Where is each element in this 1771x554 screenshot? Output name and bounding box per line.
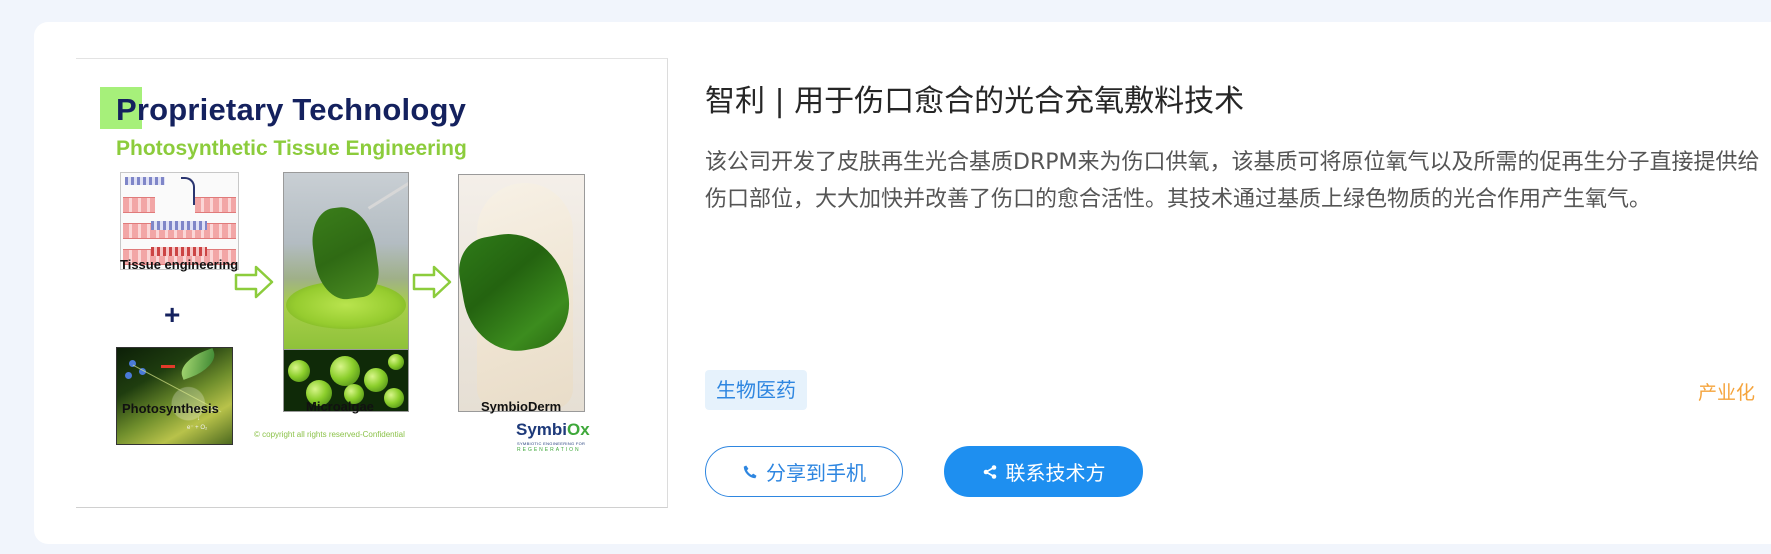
label-tissue-engineering: Tissue engineering	[120, 257, 239, 272]
label-photosynthesis: Photosynthesis	[122, 401, 219, 416]
slide-title: Proprietary Technology	[116, 92, 467, 127]
stage-label: 产业化	[1698, 382, 1756, 404]
contact-button-label: 联系技术方	[1005, 461, 1106, 485]
petri-dish-photo	[283, 172, 409, 350]
label-symbioderm: SymbioDerm	[481, 399, 562, 414]
share-icon	[983, 464, 996, 479]
tech-slide-image[interactable]: Proprietary Technology Photosynthetic Ti…	[76, 58, 668, 508]
contact-tech-party-button[interactable]: 联系技术方	[944, 446, 1143, 497]
tech-description: 该公司开发了皮肤再生光合基质DRPM来为伤口供氧，该基质可将原位氧气以及所需的促…	[705, 150, 1760, 212]
share-to-phone-button[interactable]: 分享到手机	[705, 446, 903, 497]
logo-tagline-2: REGENERATION	[517, 447, 581, 453]
category-tag[interactable]: 生物医药	[705, 370, 807, 410]
symbioderm-photo	[458, 174, 585, 412]
logo-tagline: SYMBIOTIC ENGINEERING FOR	[517, 441, 586, 446]
photosynthesis-image: H₂O + Light ↓ e⁻ + O₂	[116, 347, 233, 445]
symbiox-logo: SymbiOx	[516, 420, 590, 439]
plus-sign: +	[164, 299, 181, 330]
label-microalgae: Microalgae	[306, 399, 374, 414]
tissue-diagram	[120, 172, 239, 270]
share-button-label: 分享到手机	[766, 461, 866, 485]
tech-title[interactable]: 智利 | 用于伤口愈合的光合充氧敷料技术	[705, 76, 1244, 120]
phone-icon	[743, 465, 757, 478]
arrow-right-icon	[234, 265, 274, 299]
slide-copyright: © copyright all rights reserved-Confiden…	[254, 430, 405, 439]
slide-subtitle: Photosynthetic Tissue Engineering	[116, 137, 467, 160]
arrow-right-icon	[412, 265, 452, 299]
